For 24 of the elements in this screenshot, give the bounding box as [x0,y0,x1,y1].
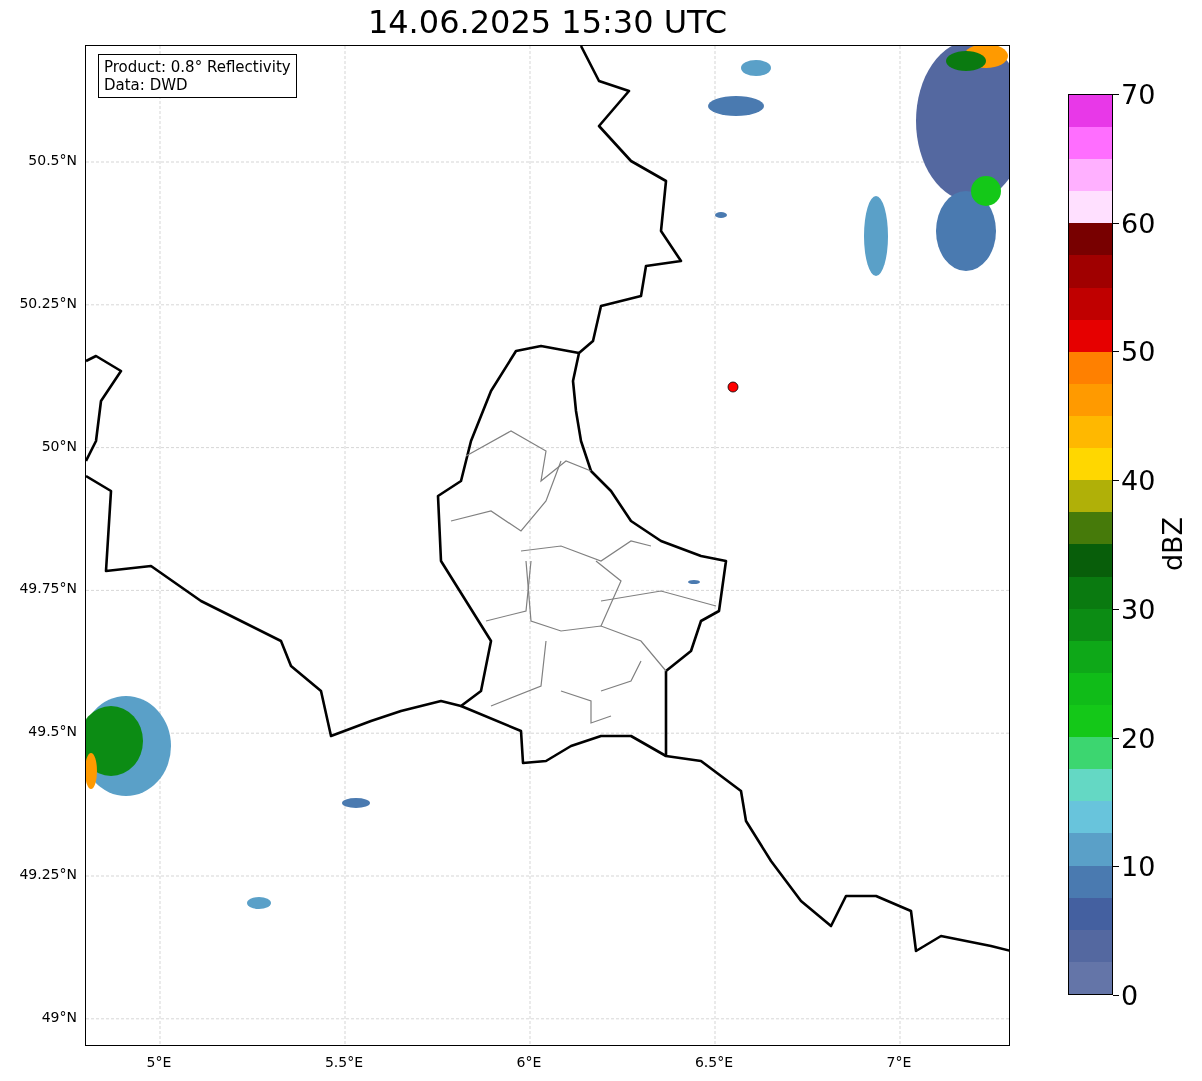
colorbar-tick-label: 0 [1121,981,1139,1009]
longitude-tick-label: 7°E [886,1053,912,1072]
latitude-tick-label: 49.75°N [19,581,77,598]
latitude-tick-label: 49°N [41,1010,77,1026]
colorbar-tick-label: 70 [1121,80,1156,108]
info-text: Data: DWD [104,76,189,94]
colorbar-tick-label: 60 [1121,209,1156,237]
colorbar-tick-label: 50 [1121,337,1156,365]
latitude-tick-label: 50.5°N [28,153,77,169]
latitude-tick-label: 49.5°N [28,724,77,740]
colorbar-tick-label: 30 [1121,595,1156,623]
colorbar-tick-label: 10 [1121,852,1156,880]
plot-title: 14.06.2025 15:30 UTC [366,2,729,43]
longitude-tick-label: 5°E [146,1053,172,1072]
longitude-tick-label: 6°E [516,1053,542,1072]
latitude-tick-label: 50.25°N [19,296,77,312]
latitude-tick-label: 49.25°N [19,867,77,883]
colorbar-tick-label: 40 [1121,466,1156,494]
colorbar-label: dBZ [1155,516,1189,572]
info-text: Product: 0.8° Reflectivity [104,58,291,76]
colorbar-tick-label: 20 [1121,724,1156,752]
latitude-tick-label: 50°N [41,438,77,455]
longitude-tick-label: 5.5°E [324,1053,364,1072]
longitude-tick-label: 6.5°E [694,1053,734,1072]
